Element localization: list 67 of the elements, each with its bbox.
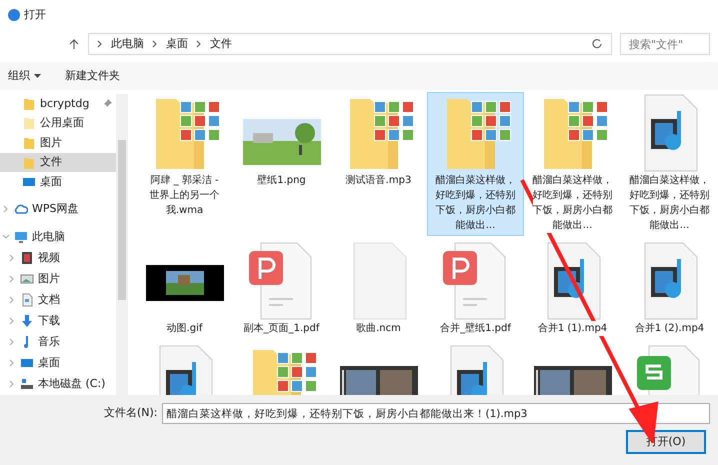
pin-icon[interactable] bbox=[103, 99, 112, 108]
file-item[interactable]: 壁纸1.png bbox=[233, 92, 330, 236]
folder-icon bbox=[22, 96, 36, 111]
file-name: 醋溜白菜这样做，好吃到爆，还特别下饭，厨房小白都能做出... bbox=[532, 173, 612, 233]
chevron-right-icon[interactable] bbox=[8, 254, 16, 262]
computer-icon bbox=[14, 230, 28, 244]
file-item[interactable]: 阿肆 _ 郭采洁 - 世界上的另一个我.wma bbox=[136, 92, 233, 236]
film-icon bbox=[20, 251, 34, 266]
chevron-right-icon[interactable] bbox=[2, 205, 10, 214]
nav-item[interactable]: 桌面 bbox=[0, 172, 116, 192]
chevron-right-icon[interactable] bbox=[8, 275, 16, 284]
window-title: 打开 bbox=[24, 6, 46, 23]
chevron-right-icon[interactable] bbox=[8, 380, 16, 388]
down-arrow-icon bbox=[20, 314, 34, 328]
up-arrow-icon[interactable] bbox=[68, 38, 80, 50]
nav-item[interactable]: bcryptdg bbox=[0, 94, 116, 114]
drive-icon bbox=[20, 377, 34, 392]
chevron-right-icon[interactable] bbox=[8, 296, 16, 304]
chevron-right-icon[interactable] bbox=[8, 359, 16, 368]
nav-item[interactable]: 图片 bbox=[0, 268, 116, 290]
new-folder-button[interactable]: 新建文件夹 bbox=[65, 68, 120, 84]
folder-icon bbox=[22, 156, 36, 170]
file-item[interactable]: 合并1 (2).mp4 bbox=[621, 240, 718, 339]
picture-icon bbox=[20, 272, 34, 286]
file-name: 副本_页面_1.pdf bbox=[242, 321, 322, 336]
nav-item[interactable]: 文档 bbox=[0, 290, 116, 311]
nav-item[interactable]: 音乐 bbox=[0, 332, 116, 353]
file-item[interactable]: 醋溜白菜这样做，好吃到爆，还特别下饭，厨房小白都能做出... bbox=[427, 92, 524, 236]
organize-menu[interactable]: 组织 bbox=[8, 68, 41, 84]
chevron-right-icon[interactable] bbox=[8, 338, 16, 346]
nav-item[interactable]: 视频 bbox=[0, 248, 116, 269]
nav-item[interactable]: WPS网盘 bbox=[0, 198, 116, 220]
nav-item[interactable]: 公用桌面 bbox=[0, 114, 116, 134]
chevron-right-icon bbox=[196, 40, 202, 48]
file-item[interactable]: 醋溜白菜这样做，好吃到爆，还特别下饭，厨房小白都能做出... bbox=[524, 92, 621, 236]
chevron-right-icon bbox=[152, 40, 158, 48]
app-icon bbox=[8, 9, 20, 21]
caret-icon bbox=[34, 74, 41, 78]
folder-icon bbox=[22, 116, 36, 130]
nav-item[interactable]: 文件 bbox=[0, 152, 116, 172]
chevron-down-icon[interactable] bbox=[2, 233, 10, 242]
filename-label: 文件名(N): bbox=[104, 405, 158, 422]
scrollbar[interactable] bbox=[116, 94, 128, 395]
file-item[interactable]: 合并1 (1).mp4 bbox=[524, 240, 621, 339]
file-item[interactable]: 醋溜白菜这样做，好吃到爆，还特别下饭，厨房小白都能做出... bbox=[621, 92, 718, 236]
document-icon bbox=[20, 293, 34, 308]
nav-item[interactable]: 此电脑 bbox=[0, 226, 116, 248]
nav-item[interactable]: 下载 bbox=[0, 310, 116, 332]
search-field[interactable]: 搜索"文件" bbox=[620, 33, 710, 55]
file-item[interactable]: 副本_页面_1.pdf bbox=[233, 240, 330, 339]
refresh-icon[interactable] bbox=[591, 38, 603, 50]
address-bar[interactable]: 此电脑 桌面 文件 bbox=[88, 33, 612, 55]
nav-item[interactable]: 本地磁盘 (C:) bbox=[0, 374, 116, 395]
folder-icon bbox=[22, 136, 36, 150]
file-item[interactable]: 动图.gif bbox=[136, 240, 233, 339]
breadcrumb-item[interactable]: 桌面 bbox=[166, 36, 188, 52]
file-item[interactable]: 歌曲.ncm bbox=[330, 240, 427, 339]
chevron-right-icon bbox=[97, 40, 103, 48]
nav-item[interactable]: 桌面 bbox=[0, 352, 116, 374]
file-item[interactable]: 测试语音.mp3 bbox=[330, 92, 427, 236]
file-item[interactable]: 合并_壁纸1.pdf bbox=[427, 240, 524, 339]
breadcrumb-item[interactable]: 此电脑 bbox=[111, 36, 144, 52]
filename-field[interactable]: 醋溜白菜这样做，好吃到爆，还特别下饭，厨房小白都能做出来！(1).mp3 bbox=[162, 403, 710, 424]
chevron-right-icon[interactable] bbox=[8, 317, 16, 326]
nav-item[interactable]: 图片 bbox=[0, 133, 116, 153]
cloud-icon bbox=[14, 202, 28, 216]
breadcrumb-item[interactable]: 文件 bbox=[210, 36, 232, 52]
